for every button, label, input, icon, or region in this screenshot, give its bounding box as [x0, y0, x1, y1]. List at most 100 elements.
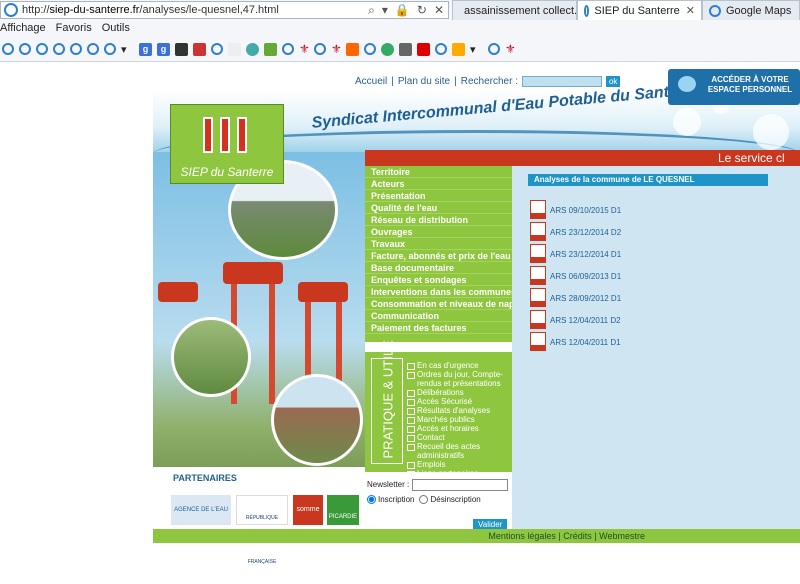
google-icon[interactable]: g — [139, 42, 152, 56]
pratique-link[interactable]: Délibérations — [407, 388, 512, 397]
x-icon[interactable] — [246, 42, 259, 56]
somme-logo[interactable]: somme — [293, 495, 323, 525]
ie-icon[interactable] — [2, 43, 14, 55]
google-icon[interactable]: g — [157, 42, 170, 56]
web-page: Syndicat Intercommunal d'Eau Potable du … — [0, 62, 800, 565]
ie-icon[interactable] — [282, 43, 294, 55]
agence-eau-logo[interactable]: AGENCE DE L'EAU — [171, 495, 231, 525]
picardie-logo[interactable]: PICARDIE — [327, 495, 359, 525]
tab-siep[interactable]: SIEP du Santerre ✕ — [577, 0, 702, 20]
analysis-link[interactable]: ARS 23/12/2014 D1 — [550, 250, 621, 259]
ie-icon[interactable] — [70, 43, 82, 55]
close-tab-icon[interactable]: ✕ — [686, 4, 695, 17]
tab-google-maps[interactable]: Google Maps — [702, 0, 800, 20]
orange-icon[interactable] — [346, 42, 359, 56]
ie-icon[interactable] — [19, 43, 31, 55]
fleur-de-lys-icon[interactable]: ⚜ — [505, 42, 516, 56]
menu-item-territoire[interactable]: Territoire — [365, 166, 512, 178]
footer-webmestre[interactable]: Webmestre — [599, 531, 645, 541]
lpdc-icon[interactable] — [228, 42, 241, 56]
menu-item-facture[interactable]: Facture, abonnés et prix de l'eau — [365, 250, 512, 262]
menu-item-communication[interactable]: Communication — [365, 310, 512, 322]
f-icon[interactable] — [175, 42, 188, 56]
pratique-link[interactable]: Accès et horaires — [407, 424, 512, 433]
pdf-icon[interactable] — [530, 332, 546, 351]
pratique-link[interactable]: Marchés publics — [407, 415, 512, 424]
pratique-link[interactable]: Résultats d'analyses — [407, 406, 512, 415]
analysis-link[interactable]: ARS 12/04/2011 D1 — [550, 338, 621, 347]
pratique-title-box: PRATIQUE & UTILE — [371, 340, 403, 464]
menu-item-ouvrages[interactable]: Ouvrages — [365, 226, 512, 238]
pdf-icon[interactable] — [530, 310, 546, 329]
bing-icon[interactable] — [452, 42, 465, 56]
search-icon[interactable]: ⌕ — [368, 3, 375, 18]
fleur-de-lys-icon[interactable]: ⚜ — [331, 42, 342, 56]
footer-mentions-legales[interactable]: Mentions légales — [488, 531, 556, 541]
republique-francaise-logo[interactable]: RÉPUBLIQUE FRANÇAISE — [236, 495, 288, 565]
fleur-de-lys-icon[interactable]: ⚜ — [299, 42, 310, 56]
menu-item-interventions[interactable]: Interventions dans les communes — [365, 286, 512, 298]
link-plan-du-site[interactable]: Plan du site — [398, 76, 450, 87]
tf-icon[interactable] — [264, 42, 277, 56]
menu-item-travaux[interactable]: Travaux — [365, 238, 512, 250]
newsletter-email-input[interactable] — [412, 479, 508, 491]
ie-icon[interactable] — [211, 43, 223, 55]
pratique-link[interactable]: Contact — [407, 433, 512, 442]
desinscription-radio[interactable] — [419, 495, 429, 504]
menu-item-base-documentaire[interactable]: Base documentaire — [365, 262, 512, 274]
address-bar[interactable]: http://siep-du-santerre.fr/analyses/le-q… — [0, 1, 449, 19]
search-ok-button[interactable]: ok — [605, 76, 621, 87]
menu-item-enquetes[interactable]: Enquêtes et sondages — [365, 274, 512, 286]
siep-logo[interactable]: SIEP du Santerre — [170, 104, 284, 184]
pdf-icon[interactable] — [530, 266, 546, 285]
pdf-icon[interactable] — [530, 244, 546, 263]
ie-icon[interactable] — [364, 43, 376, 55]
pratique-link[interactable]: Emplois — [407, 460, 512, 469]
analysis-link[interactable]: ARS 06/09/2013 D1 — [550, 272, 621, 281]
dropdown-icon[interactable]: ▾ — [121, 43, 134, 56]
ie-icon[interactable] — [435, 43, 447, 55]
pratique-link[interactable]: En cas d'urgence — [407, 361, 512, 370]
inscription-radio[interactable] — [367, 495, 376, 504]
dropdown-icon[interactable]: ▾ — [382, 3, 388, 18]
menu-item-qualite[interactable]: Qualité de l'eau — [365, 202, 512, 214]
lock-icon[interactable]: 🔒 — [395, 3, 410, 18]
menu-outils[interactable]: Outils — [102, 22, 140, 38]
pratique-link[interactable]: Recueil des actes administratifs — [407, 442, 512, 460]
analysis-link[interactable]: ARS 28/09/2012 D1 — [550, 294, 621, 303]
analysis-link[interactable]: ARS 23/12/2014 D2 — [550, 228, 621, 237]
menu-item-reseau[interactable]: Réseau de distribution — [365, 214, 512, 226]
ie-icon[interactable] — [488, 43, 500, 55]
menu-affichage[interactable]: Affichage — [0, 22, 56, 38]
menu-item-paiement[interactable]: Paiement des factures — [365, 322, 512, 334]
pratique-link[interactable]: Accès Sécurisé — [407, 397, 512, 406]
ie-icon[interactable] — [104, 43, 116, 55]
bookmark-icon[interactable] — [193, 42, 206, 56]
menu-item-consommation[interactable]: Consommation et niveaux de nappe — [365, 298, 512, 310]
analysis-link[interactable]: ARS 09/10/2015 D1 — [550, 206, 621, 215]
pratique-link[interactable]: Ordres du jour, Compte-rendus et présent… — [407, 370, 512, 388]
footer-credits[interactable]: Crédits — [563, 531, 592, 541]
archive-icon[interactable] — [399, 42, 412, 56]
refresh-icon[interactable]: ↻ — [417, 3, 427, 18]
link-accueil[interactable]: Accueil — [355, 76, 387, 87]
ie-icon[interactable] — [53, 43, 65, 55]
menu-favoris[interactable]: Favoris — [56, 22, 102, 38]
menu-item-presentation[interactable]: Présentation — [365, 190, 512, 202]
pdf-icon[interactable] — [530, 222, 546, 241]
close-icon[interactable]: ✕ — [434, 3, 444, 18]
globe-icon[interactable] — [381, 42, 394, 56]
search-input[interactable] — [521, 76, 602, 87]
ie-icon[interactable] — [314, 43, 326, 55]
analysis-link[interactable]: ARS 12/04/2011 D2 — [550, 316, 621, 325]
ie-icon[interactable] — [36, 43, 48, 55]
menu-item-acteurs[interactable]: Acteurs — [365, 178, 512, 190]
tab-assainissement[interactable]: assainissement collect... — [452, 0, 577, 20]
dropdown-icon[interactable]: ▾ — [470, 43, 483, 56]
ie-icon[interactable] — [87, 43, 99, 55]
site-title: Syndicat Intercommunal d'Eau Potable du … — [310, 81, 700, 132]
pdf-icon[interactable] — [530, 200, 546, 219]
youtube-icon[interactable] — [417, 42, 430, 56]
pdf-icon[interactable] — [530, 288, 546, 307]
espace-personnel-button[interactable]: ACCÉDER À VOTRE ESPACE PERSONNEL — [668, 69, 800, 105]
